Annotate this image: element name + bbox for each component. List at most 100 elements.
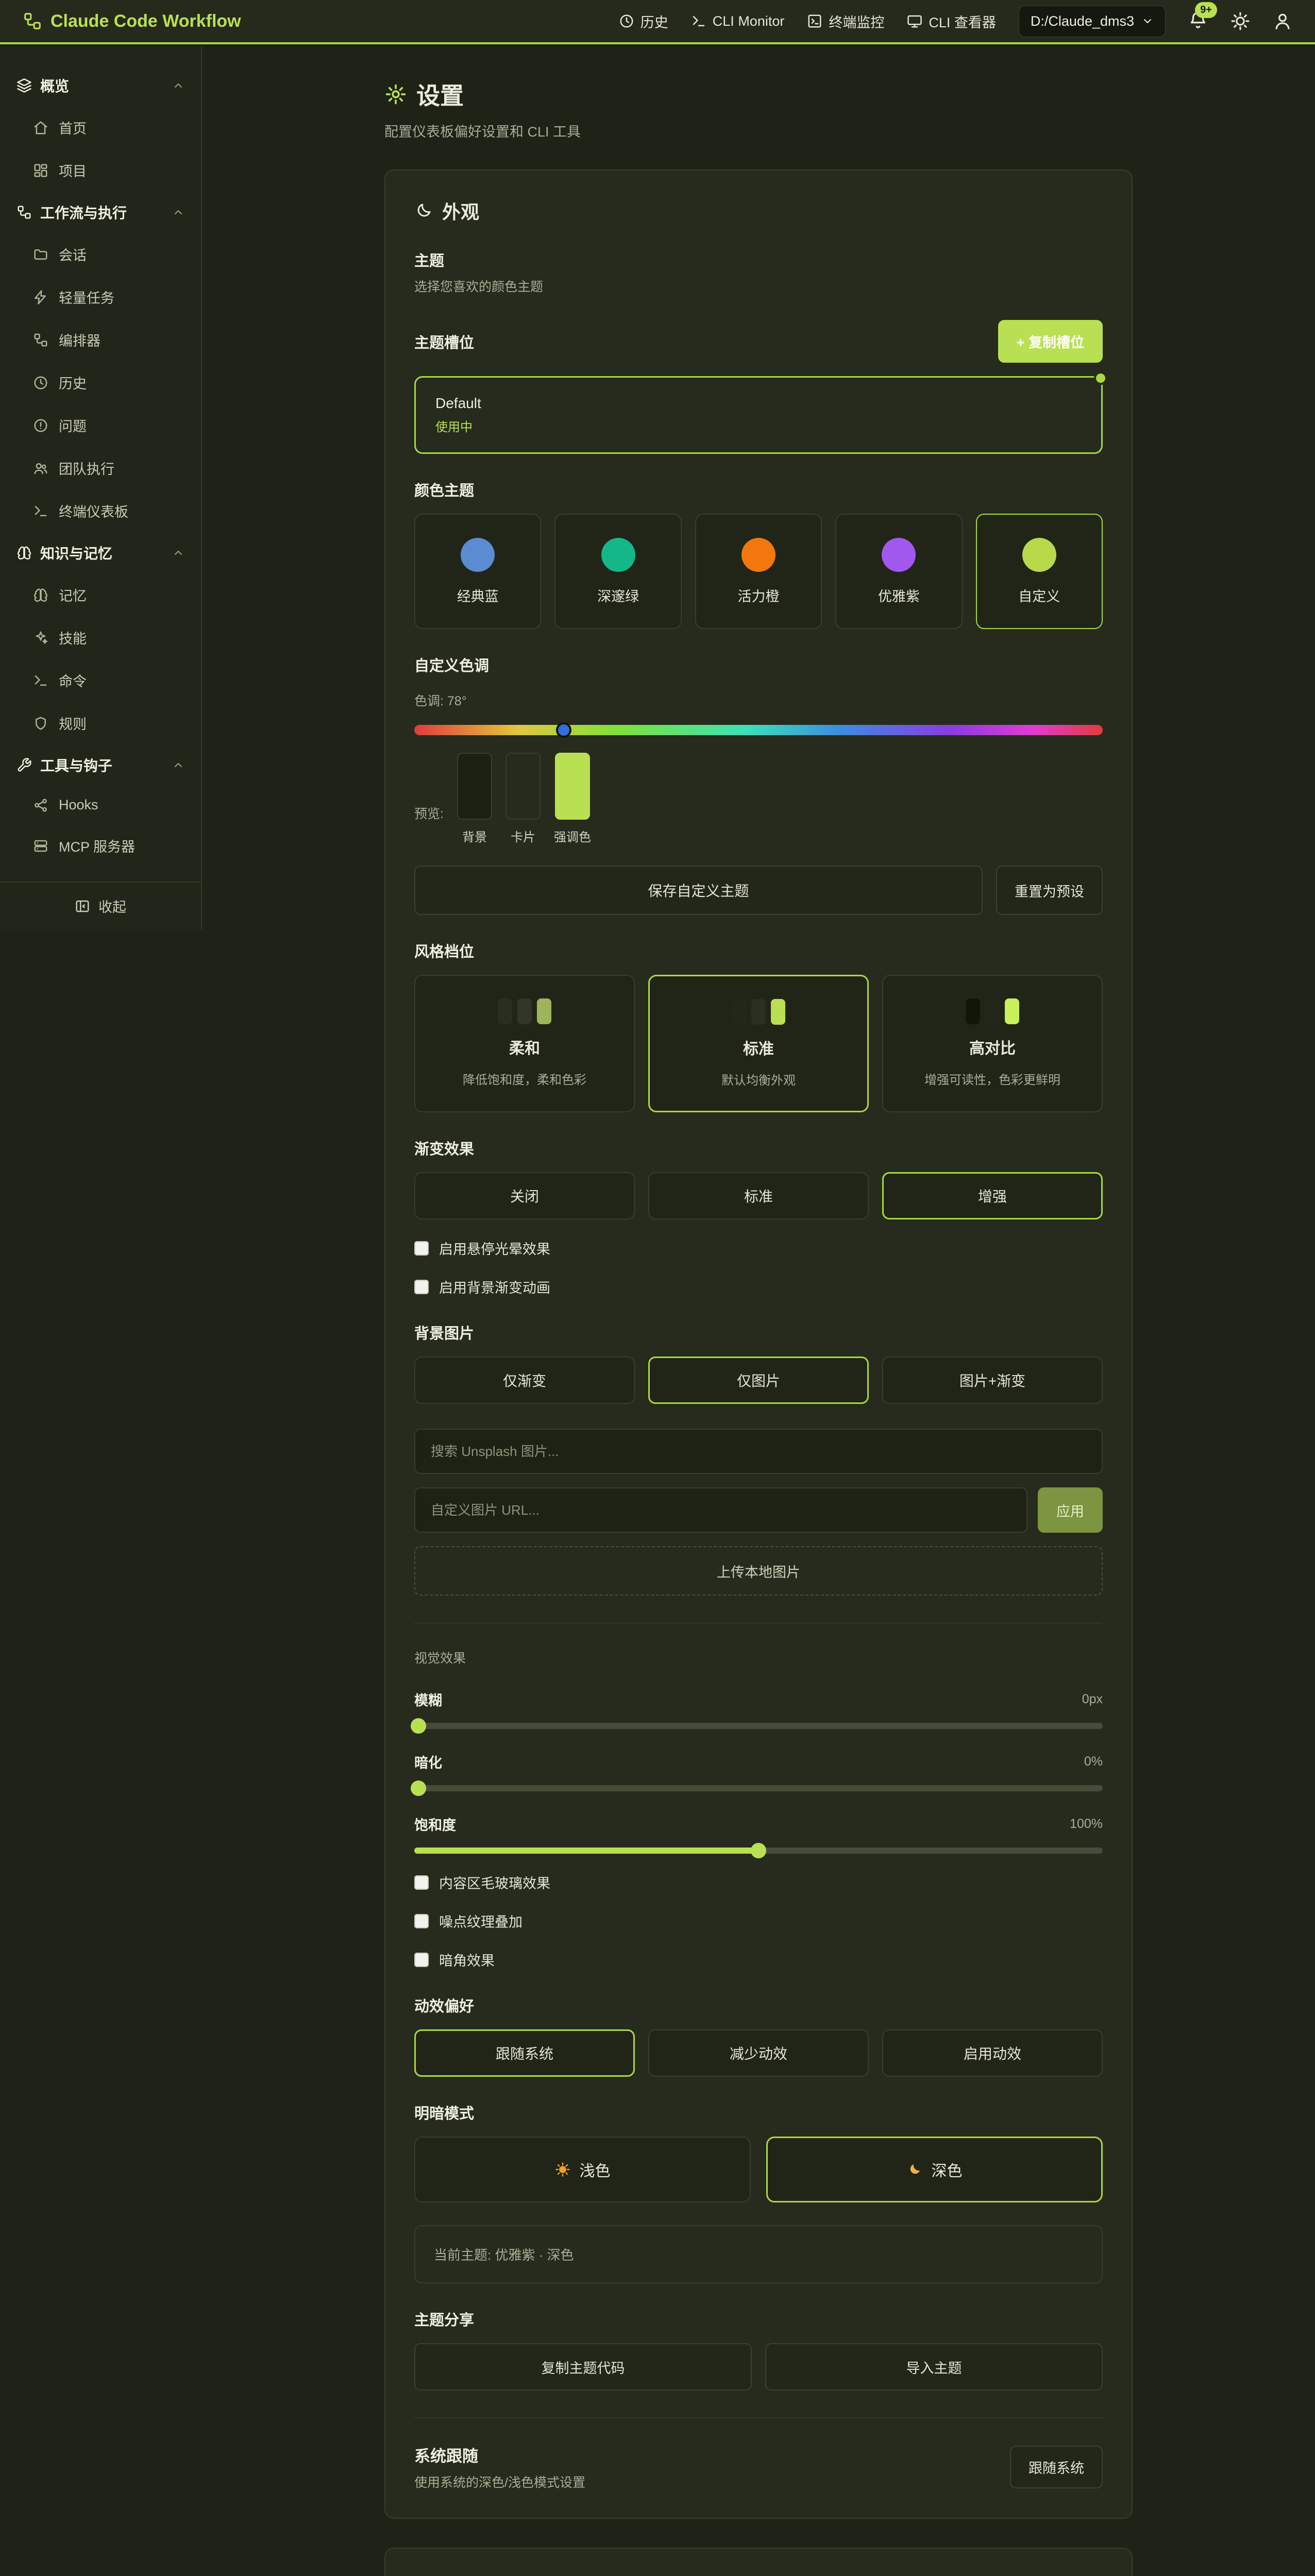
project-selector[interactable]: D:/Claude_dms3 <box>1019 6 1166 37</box>
sidebar-item-team-execution[interactable]: 团队执行 <box>0 447 201 489</box>
page-title: 设置 <box>384 77 1133 111</box>
swatch-accent <box>555 753 590 820</box>
user-icon[interactable] <box>1273 11 1292 31</box>
style-option-high-contrast[interactable]: 高对比 增强可读性，色彩更鲜明 <box>882 975 1103 1112</box>
notification-bell-button[interactable]: 9+ <box>1188 10 1208 32</box>
chevron-down-icon <box>1141 15 1154 27</box>
blur-slider[interactable] <box>414 1723 1103 1729</box>
style-option-soft[interactable]: 柔和 降低饱和度，柔和色彩 <box>414 975 635 1112</box>
saturation-slider-thumb[interactable] <box>751 1843 766 1858</box>
frosted-glass-checkbox-row[interactable]: 内容区毛玻璃效果 <box>414 1872 1103 1892</box>
item-label: MCP 服务器 <box>59 836 135 856</box>
darken-slider-thumb[interactable] <box>411 1781 426 1796</box>
nav-cli-viewer[interactable]: CLI 查看器 <box>907 11 996 31</box>
sidebar-collapse-button[interactable]: 收起 <box>75 896 126 916</box>
sidebar-item-sessions[interactable]: 会话 <box>0 233 201 276</box>
nav-cli-monitor[interactable]: CLI Monitor <box>691 13 785 29</box>
sidebar-item-terminal-dashboard[interactable]: 终端仪表板 <box>0 489 201 532</box>
nav-terminal-monitor[interactable]: 终端监控 <box>807 11 884 31</box>
hue-slider-thumb[interactable] <box>556 722 571 738</box>
sidebar-section-knowledge[interactable]: 知识与记忆 <box>0 532 201 573</box>
visual-effects-label: 视觉效果 <box>414 1648 1103 1667</box>
hover-glow-checkbox-row[interactable]: 启用悬停光晕效果 <box>414 1238 1103 1258</box>
chevron-up-icon <box>172 79 184 92</box>
sidebar-item-skills[interactable]: 技能 <box>0 616 201 659</box>
sidebar-item-memory[interactable]: 记忆 <box>0 573 201 616</box>
sidebar-item-projects[interactable]: 项目 <box>0 149 201 192</box>
style-option-standard[interactable]: 标准 默认均衡外观 <box>648 975 869 1112</box>
sidebar-item-hooks[interactable]: Hooks <box>0 786 201 824</box>
copy-theme-code-button[interactable]: 复制主题代码 <box>414 2343 752 2391</box>
theme-option-vibrant-orange[interactable]: 活力橙 <box>695 514 822 629</box>
theme-toggle-sun-icon[interactable] <box>1230 11 1250 31</box>
theme-option-deep-green[interactable]: 深邃绿 <box>554 514 681 629</box>
saturation-slider-block: 饱和度 100% <box>414 1814 1103 1854</box>
theme-option-classic-blue[interactable]: 经典蓝 <box>414 514 541 629</box>
blur-slider-thumb[interactable] <box>411 1718 426 1734</box>
motion-option-system[interactable]: 跟随系统 <box>414 2029 635 2077</box>
sidebar-item-commands[interactable]: 命令 <box>0 659 201 702</box>
bg-anim-checkbox[interactable] <box>414 1280 429 1294</box>
gradient-option-standard[interactable]: 标准 <box>648 1172 869 1219</box>
workflow-icon <box>16 205 32 220</box>
vignette-checkbox-row[interactable]: 暗角效果 <box>414 1950 1103 1970</box>
copy-slot-button[interactable]: + 复制槽位 <box>998 320 1103 363</box>
theme-label: 主题 <box>414 249 1103 270</box>
mode-label: 明暗模式 <box>414 2102 1103 2123</box>
follow-system-button[interactable]: 跟随系统 <box>1010 2446 1103 2488</box>
motion-option-reduced[interactable]: 减少动效 <box>648 2029 869 2077</box>
noise-texture-checkbox[interactable] <box>414 1914 429 1928</box>
divider <box>414 1622 1103 1623</box>
frosted-glass-checkbox[interactable] <box>414 1875 429 1890</box>
import-theme-button[interactable]: 导入主题 <box>765 2343 1103 2391</box>
hue-value-label: 色调: 78° <box>414 691 1103 709</box>
reset-preset-button[interactable]: 重置为预设 <box>996 866 1103 915</box>
mode-option-light[interactable]: 浅色 <box>414 2137 751 2202</box>
sidebar-item-home[interactable]: 首页 <box>0 106 201 149</box>
save-custom-theme-button[interactable]: 保存自定义主题 <box>414 866 983 915</box>
sidebar-item-history[interactable]: 历史 <box>0 361 201 404</box>
sidebar: 概览 首页 项目 工作流与执行 会话 轻量任务 编排器 历史 问题 团队执行 <box>0 46 202 929</box>
saturation-slider[interactable] <box>414 1848 1103 1854</box>
gradient-option-enhanced[interactable]: 增强 <box>882 1172 1103 1219</box>
bg-option-image-gradient[interactable]: 图片+渐变 <box>882 1357 1103 1404</box>
sidebar-section-overview[interactable]: 概览 <box>0 65 201 106</box>
sidebar-item-rules[interactable]: 规则 <box>0 702 201 744</box>
sidebar-item-issues[interactable]: 问题 <box>0 404 201 447</box>
nav-history[interactable]: 历史 <box>619 11 668 31</box>
palette-label: 颜色主题 <box>414 479 1103 500</box>
sidebar-item-orchestrator[interactable]: 编排器 <box>0 318 201 361</box>
sidebar-item-mcp-servers[interactable]: MCP 服务器 <box>0 824 201 867</box>
theme-option-elegant-purple[interactable]: 优雅紫 <box>835 514 962 629</box>
bg-option-image-only[interactable]: 仅图片 <box>648 1357 869 1404</box>
item-label: 问题 <box>59 415 87 435</box>
bg-anim-checkbox-row[interactable]: 启用背景渐变动画 <box>414 1277 1103 1297</box>
moon-icon <box>907 2162 922 2177</box>
theme-option-custom[interactable]: 自定义 <box>976 514 1103 629</box>
hue-slider[interactable] <box>414 725 1103 735</box>
mode-option-dark[interactable]: 深色 <box>766 2137 1103 2202</box>
sidebar-item-light-tasks[interactable]: 轻量任务 <box>0 276 201 318</box>
terminal-square-icon <box>807 13 822 29</box>
upload-local-image-button[interactable]: 上传本地图片 <box>414 1546 1103 1596</box>
unsplash-search-input[interactable] <box>414 1429 1103 1474</box>
item-label: 规则 <box>59 713 87 733</box>
users-icon <box>33 461 48 476</box>
workflow-logo-icon <box>23 11 42 31</box>
custom-image-url-input[interactable] <box>414 1487 1027 1533</box>
motion-option-enabled[interactable]: 启用动效 <box>882 2029 1103 2077</box>
sidebar-section-tools[interactable]: 工具与钩子 <box>0 744 201 786</box>
nav-label: 历史 <box>640 11 668 31</box>
sidebar-section-workflow[interactable]: 工作流与执行 <box>0 192 201 233</box>
darken-slider[interactable] <box>414 1785 1103 1791</box>
theme-slot-default[interactable]: Default 使用中 <box>414 376 1103 454</box>
hover-glow-checkbox[interactable] <box>414 1241 429 1256</box>
apply-url-button[interactable]: 应用 <box>1038 1487 1103 1533</box>
noise-texture-checkbox-row[interactable]: 噪点纹理叠加 <box>414 1911 1103 1931</box>
gradient-option-off[interactable]: 关闭 <box>414 1172 635 1219</box>
darken-slider-block: 暗化 0% <box>414 1752 1103 1791</box>
vignette-checkbox[interactable] <box>414 1953 429 1967</box>
brain-icon <box>33 587 48 603</box>
bg-option-gradient-only[interactable]: 仅渐变 <box>414 1357 635 1404</box>
app-logo[interactable]: Claude Code Workflow <box>23 11 241 31</box>
